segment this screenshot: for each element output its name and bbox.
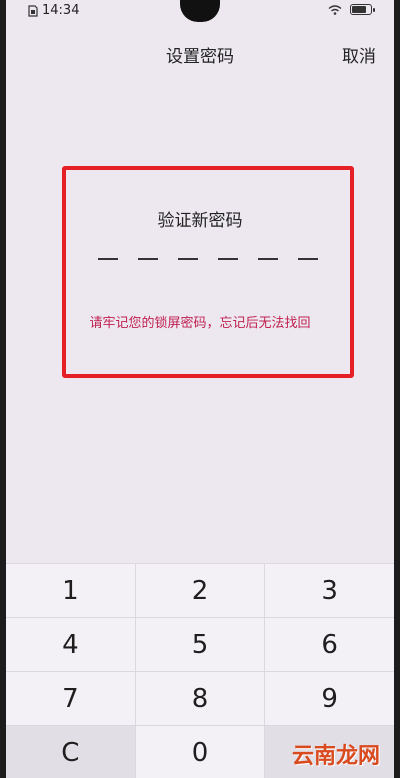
key-9[interactable]: 9 [265,671,394,725]
key-5[interactable]: 5 [135,617,266,671]
highlight-box [62,166,354,378]
key-1[interactable]: 1 [6,563,136,617]
key-0[interactable]: 0 [135,725,266,778]
password-slot [218,258,238,260]
password-slot [298,258,318,260]
status-right [328,4,375,15]
keypad-row: 4 5 6 [6,617,394,671]
key-3[interactable]: 3 [265,563,394,617]
key-8[interactable]: 8 [135,671,266,725]
status-bar: 14:34 [6,0,394,24]
phone-screen: 14:34 设置密码 取消 验证新密码 请牢记您的锁屏密码，忘记后无法找回 1 … [0,0,400,778]
key-2[interactable]: 2 [135,563,266,617]
key-6[interactable]: 6 [265,617,394,671]
password-warning: 请牢记您的锁屏密码，忘记后无法找回 [89,316,311,331]
cancel-button[interactable]: 取消 [342,42,376,67]
nav-bar: 设置密码 取消 [6,38,394,70]
key-clear[interactable]: C [6,725,136,778]
status-left: 14:34 [28,3,79,18]
verify-password-title: 验证新密码 [157,211,243,231]
keypad-row: 1 2 3 [6,563,394,617]
password-input-slots [98,258,318,262]
password-slot [138,258,158,260]
key-7[interactable]: 7 [6,671,136,725]
keypad-row: 7 8 9 [6,671,394,725]
status-time: 14:34 [42,3,80,18]
page-title: 设置密码 [166,47,234,67]
watermark-logo: 云南龙网 [291,744,380,769]
camera-notch [180,0,220,22]
wifi-icon [328,4,342,15]
battery-icon [350,4,375,15]
sim-icon [28,4,38,17]
key-4[interactable]: 4 [6,617,136,671]
password-slot [258,258,278,260]
password-slot [98,258,118,260]
password-slot [178,258,198,260]
